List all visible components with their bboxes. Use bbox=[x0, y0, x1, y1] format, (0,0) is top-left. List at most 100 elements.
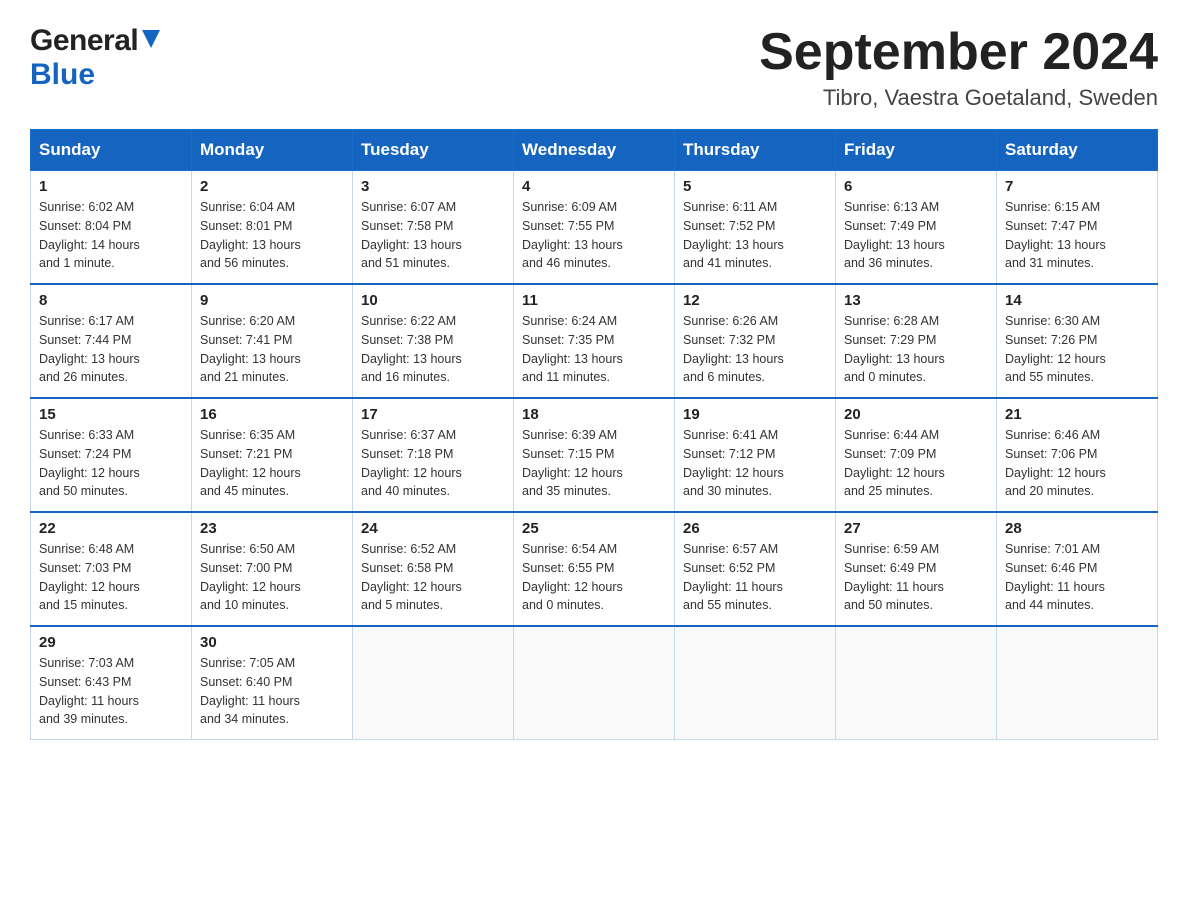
day-number: 27 bbox=[844, 520, 988, 537]
day-info: Sunrise: 7:05 AMSunset: 6:40 PMDaylight:… bbox=[200, 654, 344, 729]
empty-cell bbox=[836, 626, 997, 740]
day-cell-29: 29 Sunrise: 7:03 AMSunset: 6:43 PMDayligh… bbox=[31, 626, 192, 740]
day-cell-3: 3 Sunrise: 6:07 AMSunset: 7:58 PMDaylight… bbox=[353, 171, 514, 285]
day-cell-7: 7Sunrise: 6:15 AMSunset: 7:47 PMDaylight… bbox=[997, 171, 1158, 285]
day-info: Sunrise: 6:54 AMSunset: 6:55 PMDaylight:… bbox=[522, 540, 666, 615]
day-number: 3 bbox=[361, 178, 505, 195]
location-title: Tibro, Vaestra Goetaland, Sweden bbox=[759, 85, 1158, 111]
day-info: Sunrise: 6:26 AMSunset: 7:32 PMDaylight:… bbox=[683, 312, 827, 387]
day-cell-17: 17Sunrise: 6:37 AMSunset: 7:18 PMDayligh… bbox=[353, 398, 514, 512]
day-number: 14 bbox=[1005, 292, 1149, 309]
day-info: Sunrise: 6:07 AMSunset: 7:58 PMDaylight:… bbox=[361, 198, 505, 273]
month-title: September 2024 bbox=[759, 24, 1158, 81]
day-number: 6 bbox=[844, 178, 988, 195]
day-cell-14: 14 Sunrise: 6:30 AMSunset: 7:26 PMDayligh… bbox=[997, 284, 1158, 398]
col-header-saturday: Saturday bbox=[997, 130, 1158, 171]
empty-cell bbox=[514, 626, 675, 740]
day-info: Sunrise: 6:30 AMSunset: 7:26 PMDaylight:… bbox=[1005, 312, 1149, 387]
day-info: Sunrise: 6:24 AMSunset: 7:35 PMDaylight:… bbox=[522, 312, 666, 387]
day-info: Sunrise: 6:09 AMSunset: 7:55 PMDaylight:… bbox=[522, 198, 666, 273]
day-cell-23: 23 Sunrise: 6:50 AMSunset: 7:00 PMDayligh… bbox=[192, 512, 353, 626]
day-cell-24: 24 Sunrise: 6:52 AMSunset: 6:58 PMDayligh… bbox=[353, 512, 514, 626]
day-info: Sunrise: 6:35 AMSunset: 7:21 PMDaylight:… bbox=[200, 426, 344, 501]
logo-blue-text: Blue bbox=[30, 58, 95, 92]
day-cell-1: 1Sunrise: 6:02 AMSunset: 8:04 PMDaylight… bbox=[31, 171, 192, 285]
day-cell-9: 9 Sunrise: 6:20 AMSunset: 7:41 PMDaylight… bbox=[192, 284, 353, 398]
day-number: 12 bbox=[683, 292, 827, 309]
day-cell-15: 15 Sunrise: 6:33 AMSunset: 7:24 PMDayligh… bbox=[31, 398, 192, 512]
calendar-header-row: SundayMondayTuesdayWednesdayThursdayFrid… bbox=[31, 130, 1158, 171]
col-header-tuesday: Tuesday bbox=[353, 130, 514, 171]
day-number: 16 bbox=[200, 406, 344, 423]
calendar-week-3: 15 Sunrise: 6:33 AMSunset: 7:24 PMDayligh… bbox=[31, 398, 1158, 512]
day-cell-8: 8 Sunrise: 6:17 AMSunset: 7:44 PMDaylight… bbox=[31, 284, 192, 398]
calendar-week-4: 22 Sunrise: 6:48 AMSunset: 7:03 PMDayligh… bbox=[31, 512, 1158, 626]
day-cell-6: 6 Sunrise: 6:13 AMSunset: 7:49 PMDaylight… bbox=[836, 171, 997, 285]
day-info: Sunrise: 6:59 AMSunset: 6:49 PMDaylight:… bbox=[844, 540, 988, 615]
day-number: 28 bbox=[1005, 520, 1149, 537]
day-info: Sunrise: 6:33 AMSunset: 7:24 PMDaylight:… bbox=[39, 426, 183, 501]
day-cell-26: 26 Sunrise: 6:57 AMSunset: 6:52 PMDayligh… bbox=[675, 512, 836, 626]
col-header-wednesday: Wednesday bbox=[514, 130, 675, 171]
day-number: 9 bbox=[200, 292, 344, 309]
title-block: September 2024 Tibro, Vaestra Goetaland,… bbox=[759, 24, 1158, 111]
day-number: 8 bbox=[39, 292, 183, 309]
day-cell-20: 20Sunrise: 6:44 AMSunset: 7:09 PMDayligh… bbox=[836, 398, 997, 512]
day-info: Sunrise: 6:48 AMSunset: 7:03 PMDaylight:… bbox=[39, 540, 183, 615]
day-cell-22: 22 Sunrise: 6:48 AMSunset: 7:03 PMDayligh… bbox=[31, 512, 192, 626]
day-cell-5: 5Sunrise: 6:11 AMSunset: 7:52 PMDaylight… bbox=[675, 171, 836, 285]
day-info: Sunrise: 6:13 AMSunset: 7:49 PMDaylight:… bbox=[844, 198, 988, 273]
empty-cell bbox=[353, 626, 514, 740]
col-header-monday: Monday bbox=[192, 130, 353, 171]
page-header: General Blue September 2024 Tibro, Vaest… bbox=[30, 24, 1158, 111]
day-info: Sunrise: 6:04 AMSunset: 8:01 PMDaylight:… bbox=[200, 198, 344, 273]
day-cell-19: 19 Sunrise: 6:41 AMSunset: 7:12 PMDayligh… bbox=[675, 398, 836, 512]
calendar-week-2: 8 Sunrise: 6:17 AMSunset: 7:44 PMDaylight… bbox=[31, 284, 1158, 398]
day-number: 30 bbox=[200, 634, 344, 651]
day-cell-21: 21 Sunrise: 6:46 AMSunset: 7:06 PMDayligh… bbox=[997, 398, 1158, 512]
day-cell-28: 28Sunrise: 7:01 AMSunset: 6:46 PMDayligh… bbox=[997, 512, 1158, 626]
day-number: 21 bbox=[1005, 406, 1149, 423]
day-info: Sunrise: 6:17 AMSunset: 7:44 PMDaylight:… bbox=[39, 312, 183, 387]
day-info: Sunrise: 6:44 AMSunset: 7:09 PMDaylight:… bbox=[844, 426, 988, 501]
day-number: 5 bbox=[683, 178, 827, 195]
day-cell-16: 16 Sunrise: 6:35 AMSunset: 7:21 PMDayligh… bbox=[192, 398, 353, 512]
day-number: 7 bbox=[1005, 178, 1149, 195]
day-number: 23 bbox=[200, 520, 344, 537]
day-info: Sunrise: 6:46 AMSunset: 7:06 PMDaylight:… bbox=[1005, 426, 1149, 501]
day-info: Sunrise: 6:41 AMSunset: 7:12 PMDaylight:… bbox=[683, 426, 827, 501]
day-number: 26 bbox=[683, 520, 827, 537]
col-header-sunday: Sunday bbox=[31, 130, 192, 171]
day-number: 4 bbox=[522, 178, 666, 195]
day-number: 29 bbox=[39, 634, 183, 651]
day-cell-18: 18 Sunrise: 6:39 AMSunset: 7:15 PMDayligh… bbox=[514, 398, 675, 512]
day-number: 13 bbox=[844, 292, 988, 309]
day-info: Sunrise: 6:52 AMSunset: 6:58 PMDaylight:… bbox=[361, 540, 505, 615]
day-info: Sunrise: 6:50 AMSunset: 7:00 PMDaylight:… bbox=[200, 540, 344, 615]
logo: General Blue bbox=[30, 24, 162, 92]
logo-general-text: General bbox=[30, 24, 138, 58]
day-cell-12: 12 Sunrise: 6:26 AMSunset: 7:32 PMDayligh… bbox=[675, 284, 836, 398]
day-number: 15 bbox=[39, 406, 183, 423]
day-cell-30: 30 Sunrise: 7:05 AMSunset: 6:40 PMDayligh… bbox=[192, 626, 353, 740]
day-cell-27: 27 Sunrise: 6:59 AMSunset: 6:49 PMDayligh… bbox=[836, 512, 997, 626]
day-info: Sunrise: 7:03 AMSunset: 6:43 PMDaylight:… bbox=[39, 654, 183, 729]
day-number: 22 bbox=[39, 520, 183, 537]
day-number: 2 bbox=[200, 178, 344, 195]
day-info: Sunrise: 6:57 AMSunset: 6:52 PMDaylight:… bbox=[683, 540, 827, 615]
col-header-thursday: Thursday bbox=[675, 130, 836, 171]
day-info: Sunrise: 6:28 AMSunset: 7:29 PMDaylight:… bbox=[844, 312, 988, 387]
day-number: 19 bbox=[683, 406, 827, 423]
day-cell-25: 25 Sunrise: 6:54 AMSunset: 6:55 PMDayligh… bbox=[514, 512, 675, 626]
day-number: 24 bbox=[361, 520, 505, 537]
day-info: Sunrise: 6:20 AMSunset: 7:41 PMDaylight:… bbox=[200, 312, 344, 387]
day-cell-11: 11Sunrise: 6:24 AMSunset: 7:35 PMDayligh… bbox=[514, 284, 675, 398]
day-info: Sunrise: 6:22 AMSunset: 7:38 PMDaylight:… bbox=[361, 312, 505, 387]
day-number: 18 bbox=[522, 406, 666, 423]
day-number: 25 bbox=[522, 520, 666, 537]
day-info: Sunrise: 6:39 AMSunset: 7:15 PMDaylight:… bbox=[522, 426, 666, 501]
logo-arrow-icon bbox=[140, 28, 162, 55]
empty-cell bbox=[675, 626, 836, 740]
day-number: 10 bbox=[361, 292, 505, 309]
calendar-table: SundayMondayTuesdayWednesdayThursdayFrid… bbox=[30, 129, 1158, 740]
